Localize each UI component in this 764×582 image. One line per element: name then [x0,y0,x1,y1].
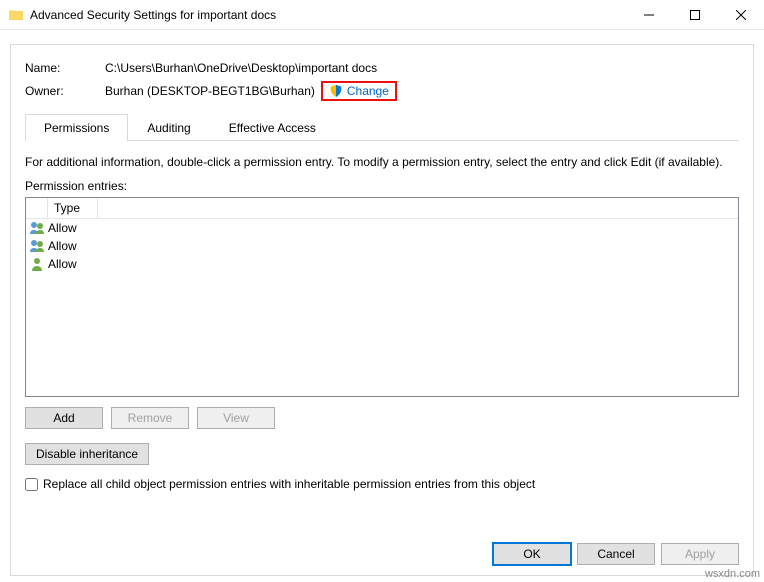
titlebar: Advanced Security Settings for important… [0,0,764,30]
replace-checkbox[interactable] [25,478,38,491]
info-text: For additional information, double-click… [25,155,739,169]
owner-value: Burhan (DESKTOP-BEGT1BG\Burhan) [105,84,315,98]
owner-label: Owner: [25,84,105,98]
row-type: Allow [48,239,98,253]
minimize-button[interactable] [626,0,672,30]
grid-header-icon [26,198,48,218]
permission-grid[interactable]: Type Allow Allow Allow [25,197,739,397]
inheritance-row: Disable inheritance [25,443,739,465]
close-button[interactable] [718,0,764,30]
dialog-footer: OK Cancel Apply [493,543,739,565]
table-row[interactable]: Allow [26,255,738,273]
name-row: Name: C:\Users\Burhan\OneDrive\Desktop\i… [25,61,739,75]
entries-label: Permission entries: [25,179,739,193]
replace-checkbox-label: Replace all child object permission entr… [43,477,535,491]
replace-row: Replace all child object permission entr… [25,477,739,491]
entry-buttons: Add Remove View [25,407,739,429]
table-row[interactable]: Allow [26,219,738,237]
maximize-button[interactable] [672,0,718,30]
row-type: Allow [48,221,98,235]
folder-icon [8,7,24,23]
tab-strip: Permissions Auditing Effective Access [25,113,739,141]
user-icon [26,256,48,272]
apply-button: Apply [661,543,739,565]
cancel-button[interactable]: Cancel [577,543,655,565]
tab-auditing[interactable]: Auditing [128,114,209,141]
tab-permissions[interactable]: Permissions [25,114,128,141]
table-row[interactable]: Allow [26,237,738,255]
group-icon [26,220,48,236]
remove-button: Remove [111,407,189,429]
grid-header: Type [26,198,738,219]
watermark: wsxdn.com [705,568,760,580]
add-button[interactable]: Add [25,407,103,429]
group-icon [26,238,48,254]
change-owner-link[interactable]: Change [347,84,389,98]
tab-effective-access[interactable]: Effective Access [210,114,335,141]
grid-header-type[interactable]: Type [48,198,98,218]
dialog-content: Name: C:\Users\Burhan\OneDrive\Desktop\i… [10,44,754,576]
owner-row: Owner: Burhan (DESKTOP-BEGT1BG\Burhan) C… [25,81,739,101]
row-type: Allow [48,257,98,271]
name-label: Name: [25,61,105,75]
disable-inheritance-button[interactable]: Disable inheritance [25,443,149,465]
view-button: View [197,407,275,429]
change-owner-highlight: Change [321,81,397,101]
window-title: Advanced Security Settings for important… [30,8,626,22]
shield-icon [329,84,343,98]
name-value: C:\Users\Burhan\OneDrive\Desktop\importa… [105,61,377,75]
ok-button[interactable]: OK [493,543,571,565]
